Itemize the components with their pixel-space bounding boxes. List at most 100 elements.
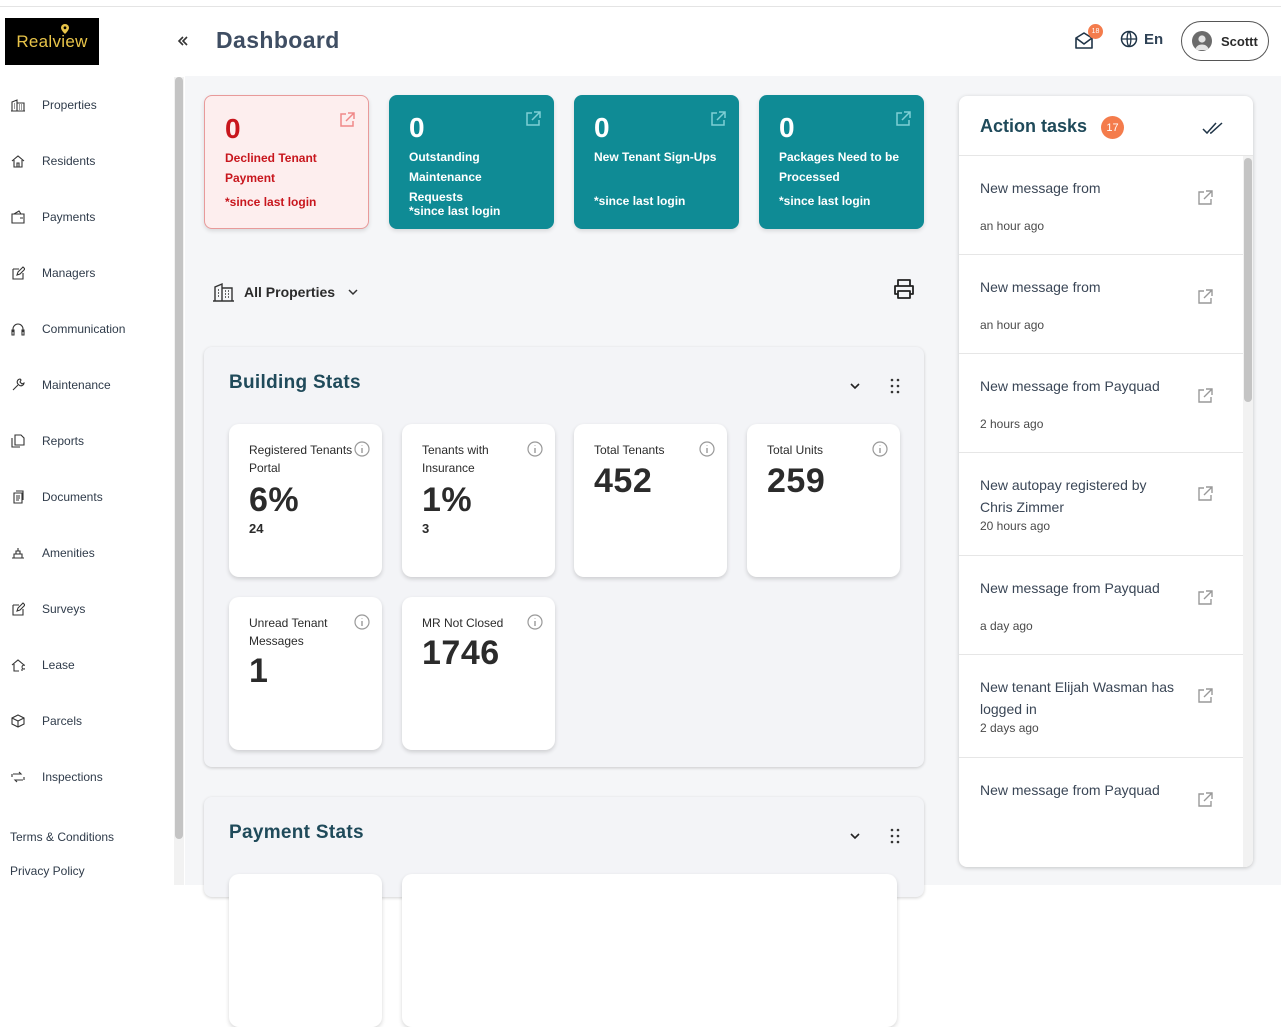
stat-sub: 3: [422, 521, 430, 536]
external-link-icon[interactable]: [894, 110, 912, 128]
external-link-icon[interactable]: [1196, 687, 1214, 705]
stat-value: 1: [249, 652, 269, 690]
external-link-icon[interactable]: [709, 110, 727, 128]
task-text: New tenant Elijah Wasman has logged in: [980, 679, 1175, 717]
external-link-icon[interactable]: [1196, 288, 1214, 306]
drag-handle-icon[interactable]: [888, 827, 902, 845]
stat-card[interactable]: [402, 874, 897, 1027]
external-link-icon[interactable]: [1196, 485, 1214, 503]
sidebar-item-inspections[interactable]: Inspections: [0, 765, 170, 789]
user-menu-button[interactable]: Scottt: [1181, 21, 1269, 61]
sidebar-item-label: Surveys: [42, 602, 86, 616]
sidebar-item-label: Amenities: [42, 546, 95, 560]
stat-card-unread-messages[interactable]: Unread Tenant Messages 1: [229, 597, 382, 750]
sidebar-item-reports[interactable]: Reports: [0, 429, 170, 453]
wallet-icon: [11, 210, 25, 224]
task-time: an hour ago: [980, 318, 1045, 332]
stat-label: MR Not Closed: [422, 616, 504, 630]
sidebar-item-documents[interactable]: Documents: [0, 485, 170, 509]
sidebar-item-payments[interactable]: Payments: [0, 205, 170, 229]
external-link-icon[interactable]: [1196, 387, 1214, 405]
box-icon: [11, 714, 25, 728]
info-icon[interactable]: [354, 614, 370, 630]
task-item[interactable]: New message from an hour ago: [959, 156, 1243, 255]
property-select[interactable]: All Properties: [213, 281, 359, 302]
printer-icon: [894, 279, 914, 299]
stat-value: 6%: [249, 481, 300, 519]
stat-card-total-tenants[interactable]: Total Tenants 452: [574, 424, 727, 577]
info-icon[interactable]: [527, 441, 543, 457]
mark-all-read-icon[interactable]: [1202, 121, 1224, 135]
maintenance-requests-card[interactable]: 0 Outstanding Maintenance Requests *sinc…: [389, 95, 554, 229]
terms-link[interactable]: Terms & Conditions: [10, 830, 114, 844]
drag-handle-icon[interactable]: [888, 377, 902, 395]
task-item[interactable]: New message from Payquad: [959, 758, 1243, 857]
info-icon[interactable]: [699, 441, 715, 457]
stat-card[interactable]: [229, 874, 382, 1027]
external-link-icon[interactable]: [338, 111, 356, 129]
tasks-scrollbar-thumb[interactable]: [1244, 158, 1252, 402]
task-time: 2 hours ago: [980, 417, 1044, 431]
sidebar-item-label: Reports: [42, 434, 85, 448]
stat-label: Unread Tenant Messages: [249, 616, 328, 648]
document-icon: [13, 490, 24, 504]
collapse-sidebar-button[interactable]: [172, 30, 194, 52]
info-icon[interactable]: [872, 441, 888, 457]
action-tasks-title: Action tasks: [980, 116, 1088, 136]
chevron-down-icon[interactable]: [848, 829, 862, 843]
stat-card-mr-not-closed[interactable]: MR Not Closed 1746: [402, 597, 555, 750]
wrench-icon: [12, 378, 25, 391]
task-item[interactable]: New message from Payquad a day ago: [959, 556, 1243, 655]
packages-card[interactable]: 0 Packages Need to be Processed *since l…: [759, 95, 924, 229]
action-tasks-panel: Action tasks 17 New message from an hour…: [959, 96, 1253, 867]
sidebar-item-maintenance[interactable]: Maintenance: [0, 373, 170, 397]
chevron-down-icon[interactable]: [848, 379, 862, 393]
stat-card-registered-tenants[interactable]: Registered Tenants Portal 6% 24: [229, 424, 382, 577]
task-item[interactable]: New message from an hour ago: [959, 255, 1243, 354]
tenant-signups-card[interactable]: 0 New Tenant Sign-Ups *since last login: [574, 95, 739, 229]
external-link-icon[interactable]: [1196, 189, 1214, 207]
privacy-link[interactable]: Privacy Policy: [10, 864, 85, 878]
action-tasks-header: Action tasks 17: [959, 96, 1253, 156]
info-icon[interactable]: [527, 614, 543, 630]
stat-card-insurance[interactable]: Tenants with Insurance 1% 3: [402, 424, 555, 577]
external-link-icon[interactable]: [524, 110, 542, 128]
print-button[interactable]: [892, 277, 916, 301]
task-time: an hour ago: [980, 219, 1045, 233]
declined-payment-card[interactable]: 0 Declined Tenant Payment *since last lo…: [204, 95, 369, 229]
messages-badge: 18: [1088, 24, 1103, 39]
info-icon[interactable]: [354, 441, 370, 457]
sidebar-item-label: Communication: [42, 322, 126, 336]
sidebar-item-properties[interactable]: Properties: [0, 93, 170, 117]
chevron-down-icon: [348, 288, 358, 295]
stat-value: 259: [767, 462, 826, 500]
stat-card-total-units[interactable]: Total Units 259: [747, 424, 900, 577]
sidebar-item-lease[interactable]: Lease: [0, 653, 170, 677]
stat-label: Registered Tenants Portal: [249, 443, 353, 475]
external-link-icon[interactable]: [1196, 589, 1214, 607]
copy-icon: [11, 434, 25, 448]
building-stats-panel: Building Stats Registered Tenants Portal…: [204, 347, 924, 767]
payment-stats-panel: Payment Stats: [204, 797, 924, 1027]
sidebar-scrollbar-thumb[interactable]: [175, 77, 183, 839]
card-count: 0: [225, 113, 241, 144]
sidebar-item-communication[interactable]: Communication: [0, 317, 170, 341]
card-since: *since last login: [225, 195, 317, 209]
task-item[interactable]: New message from Payquad 2 hours ago: [959, 354, 1243, 453]
task-item[interactable]: New autopay registered by Chris Zimmer 2…: [959, 453, 1243, 556]
sidebar-item-residents[interactable]: Residents: [0, 149, 170, 173]
sidebar-item-amenities[interactable]: Amenities: [0, 541, 170, 565]
task-time: a day ago: [980, 619, 1033, 633]
task-item[interactable]: New tenant Elijah Wasman has logged in 2…: [959, 655, 1243, 758]
globe-icon: [1120, 30, 1138, 48]
logo[interactable]: Realview: [5, 18, 99, 65]
lease-icon: [11, 659, 25, 672]
sidebar-item-surveys[interactable]: Surveys: [0, 597, 170, 621]
external-link-icon[interactable]: [1196, 791, 1214, 809]
sidebar-item-parcels[interactable]: Parcels: [0, 709, 170, 733]
task-time: 20 hours ago: [980, 519, 1051, 533]
building-icon: [213, 282, 234, 302]
language-selector[interactable]: En: [1120, 30, 1163, 48]
sidebar-item-managers[interactable]: Managers: [0, 261, 170, 285]
sidebar: Realview Properties Residents Payments M…: [0, 7, 185, 885]
